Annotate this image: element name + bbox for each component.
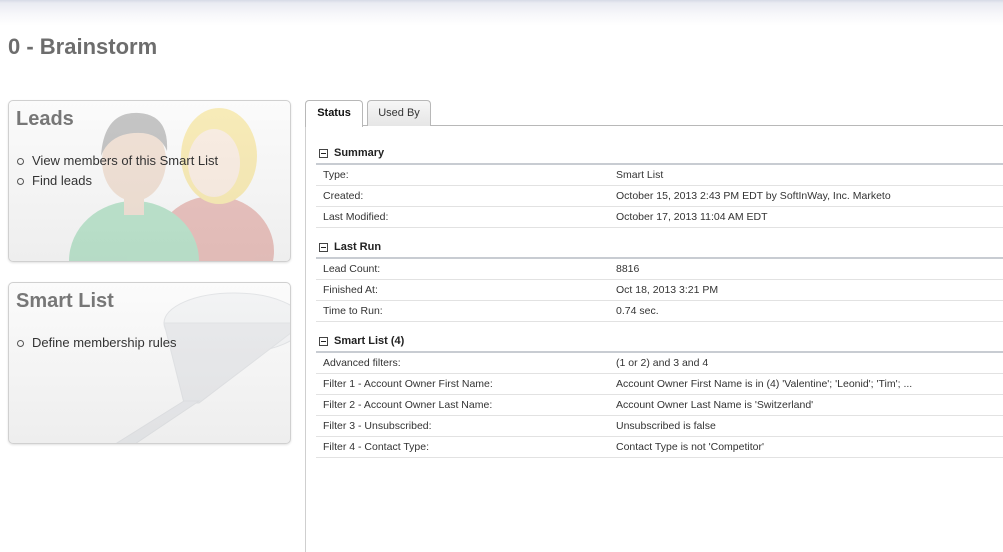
panel-divider: [305, 126, 306, 552]
table-row: Last Modified: October 17, 2013 11:04 AM …: [316, 207, 1003, 228]
smart-list-header[interactable]: Smart List (4): [316, 331, 1003, 353]
last-run-section: Last Run Lead Count: 8816 Finished At: Oct…: [316, 237, 1003, 322]
table-row: Finished At: Oct 18, 2013 3:21 PM: [316, 280, 1003, 301]
leads-card: Leads View members of this Smart List Fi…: [8, 100, 291, 262]
find-leads-link[interactable]: Find leads: [17, 171, 218, 191]
define-membership-rules-link[interactable]: Define membership rules: [17, 333, 177, 353]
smart-list-links: Define membership rules: [17, 333, 177, 353]
collapse-icon[interactable]: [319, 242, 328, 252]
view-members-link[interactable]: View members of this Smart List: [17, 151, 218, 171]
summary-header[interactable]: Summary: [316, 143, 1003, 165]
table-row: Lead Count: 8816: [316, 259, 1003, 280]
last-run-header[interactable]: Last Run: [316, 237, 1003, 259]
table-row: Time to Run: 0.74 sec.: [316, 301, 1003, 322]
bullet-icon: [17, 157, 24, 165]
bullet-icon: [17, 339, 24, 347]
collapse-icon[interactable]: [319, 336, 328, 346]
page-title: 0 - Brainstorm: [8, 34, 158, 59]
smart-list-section: Smart List (4) Advanced filters: (1 or 2)…: [316, 331, 1003, 458]
table-row: Type: Smart List: [316, 165, 1003, 186]
table-row: Filter 3 - Unsubscribed: Unsubscribed is …: [316, 416, 1003, 437]
table-row: Filter 4 - Contact Type: Contact Type is …: [316, 437, 1003, 458]
summary-section: Summary Type: Smart List Created: October …: [316, 143, 1003, 228]
table-row: Advanced filters: (1 or 2) and 3 and 4: [316, 353, 1003, 374]
bullet-icon: [17, 177, 24, 185]
tab-used-by[interactable]: Used By: [367, 100, 431, 126]
collapse-icon[interactable]: [319, 148, 328, 158]
leads-card-title: Leads: [16, 108, 74, 130]
table-row: Filter 2 - Account Owner Last Name: Accou…: [316, 395, 1003, 416]
table-row: Filter 1 - Account Owner First Name: Acco…: [316, 374, 1003, 395]
leads-links: View members of this Smart List Find lea…: [17, 151, 218, 191]
tab-status[interactable]: Status: [305, 100, 363, 127]
table-row: Created: October 15, 2013 2:43 PM EDT by …: [316, 186, 1003, 207]
tab-bar: Status Used By: [305, 100, 1003, 127]
top-bar: [0, 0, 1003, 26]
smart-list-card-title: Smart List: [16, 290, 114, 312]
smart-list-card: Smart List Define membership rules: [8, 282, 291, 444]
